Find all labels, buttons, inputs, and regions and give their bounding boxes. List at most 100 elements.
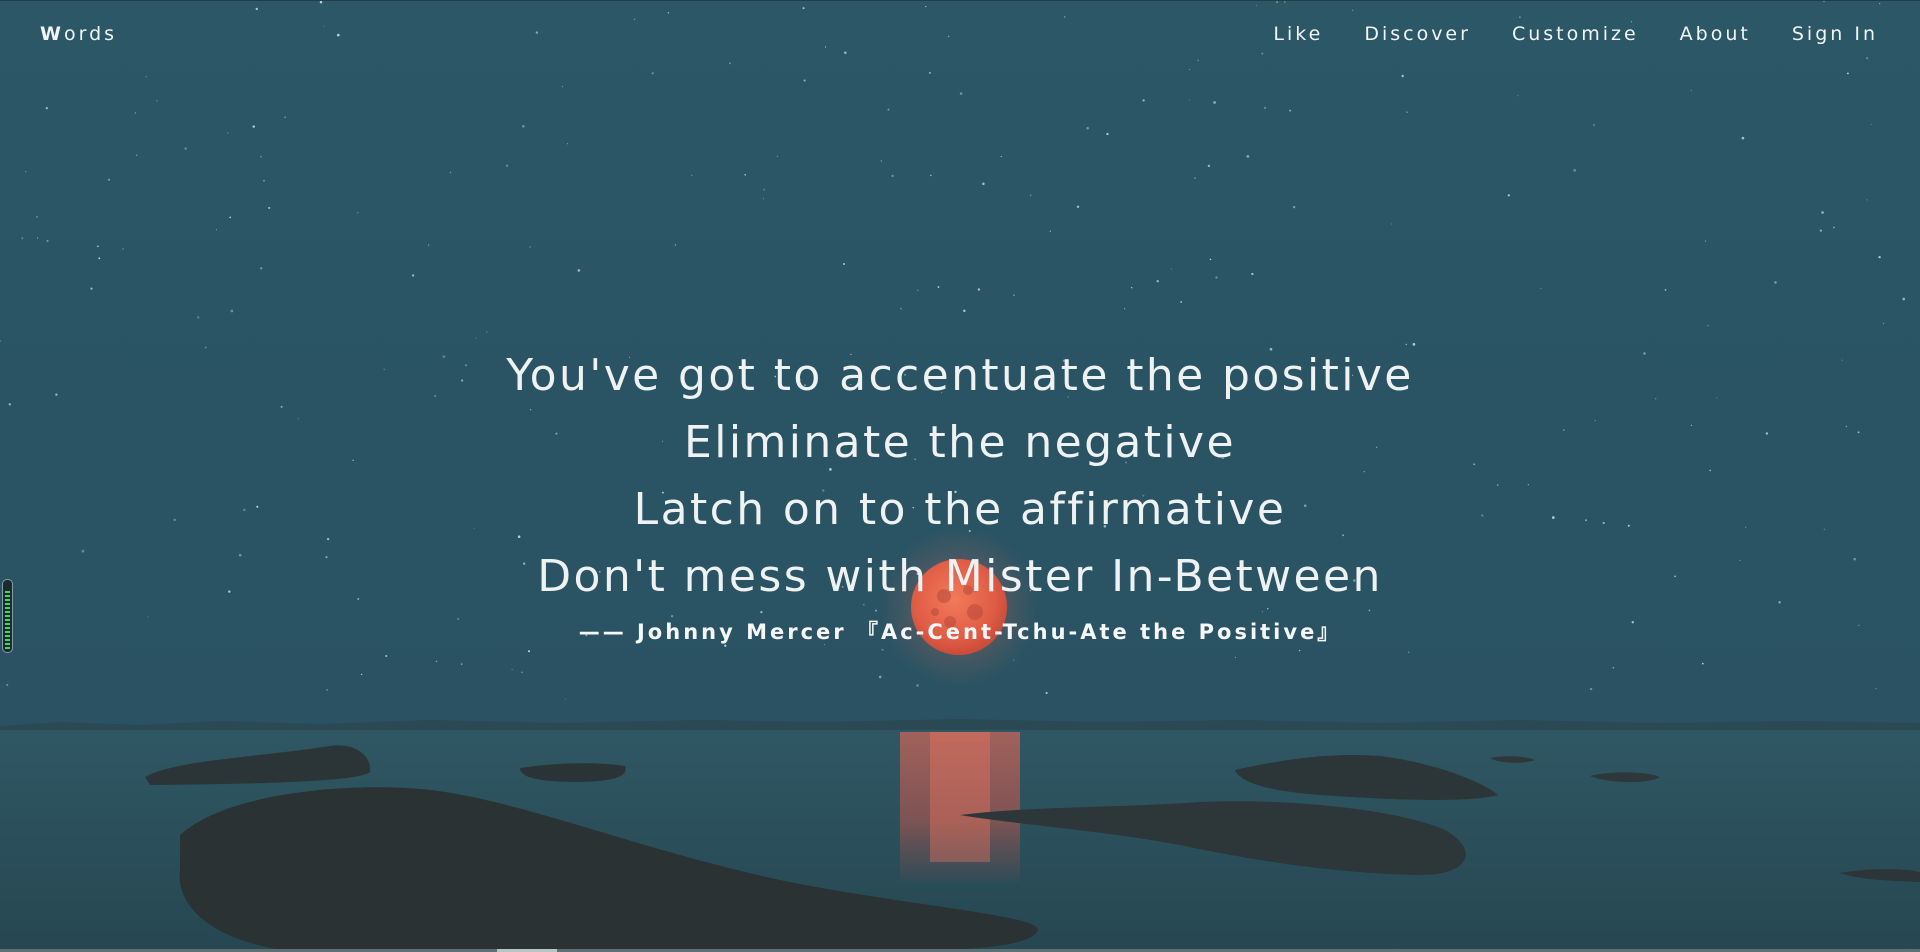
page: Words Like Discover Customize About Sign… (0, 0, 1920, 952)
star (1209, 258, 1212, 261)
star (1589, 687, 1593, 691)
star (1902, 297, 1906, 301)
star (326, 689, 328, 691)
star (1170, 268, 1173, 270)
star (21, 237, 24, 240)
star (360, 673, 363, 676)
star (357, 212, 359, 214)
star (511, 668, 513, 671)
nav-about[interactable]: About (1680, 23, 1751, 45)
star (435, 660, 438, 663)
star (1707, 324, 1709, 327)
star (1833, 226, 1835, 229)
quote-block: You've got to accentuate the positive El… (0, 342, 1920, 646)
star (134, 112, 136, 114)
star (1819, 229, 1823, 232)
star (1406, 111, 1408, 113)
star (145, 76, 147, 78)
star (1846, 72, 1849, 75)
star (1029, 194, 1032, 197)
star (1883, 322, 1885, 324)
quote-attribution: —— Johnny Mercer 『Ac-Cent-Tchu-Ate the P… (578, 620, 1342, 644)
star (891, 174, 894, 178)
star (1000, 155, 1002, 158)
nav-discover[interactable]: Discover (1364, 23, 1471, 45)
nav-sign-in[interactable]: Sign In (1792, 23, 1878, 45)
star (566, 143, 569, 145)
star (6, 683, 9, 686)
star (1878, 255, 1881, 259)
star (916, 684, 919, 687)
star (252, 125, 255, 128)
star (887, 108, 890, 111)
star (1774, 281, 1777, 284)
star (651, 72, 654, 75)
star (215, 229, 217, 231)
star (1213, 101, 1216, 104)
star (762, 198, 764, 200)
star (45, 106, 48, 110)
star (1664, 289, 1667, 291)
star (108, 178, 110, 181)
star (1875, 687, 1877, 690)
star (259, 267, 263, 270)
star (937, 286, 940, 288)
nav-links: Like Discover Customize About Sign In (1273, 23, 1878, 45)
star (917, 289, 919, 291)
star (1106, 132, 1109, 136)
star (1507, 194, 1510, 197)
star (1593, 124, 1595, 126)
star (1263, 106, 1267, 110)
star (36, 237, 39, 239)
star (577, 269, 581, 272)
star (1194, 177, 1196, 180)
star (284, 116, 286, 118)
star (963, 309, 966, 313)
star (1704, 240, 1707, 242)
quote-line-3: Latch on to the affirmative (633, 484, 1287, 535)
star (977, 288, 981, 291)
star (880, 160, 882, 162)
star (505, 164, 509, 167)
star (98, 257, 101, 260)
star (803, 79, 806, 82)
star (929, 174, 932, 177)
star (268, 206, 271, 209)
nav-like[interactable]: Like (1273, 23, 1323, 45)
star (900, 307, 902, 310)
star (475, 337, 477, 339)
star (136, 154, 138, 156)
star (1612, 666, 1615, 669)
star (385, 654, 388, 658)
star (1156, 280, 1159, 283)
star (411, 274, 415, 277)
star (878, 675, 882, 679)
side-level-meter[interactable] (2, 579, 13, 653)
level-meter-fill (5, 590, 10, 649)
quote-line-2: Eliminate the negative (684, 417, 1236, 468)
star (691, 174, 693, 177)
star (1391, 223, 1393, 225)
star (226, 132, 229, 134)
star (1045, 691, 1048, 695)
star (46, 239, 49, 242)
star (522, 125, 525, 128)
star (1234, 656, 1236, 658)
star (842, 263, 845, 265)
star (1086, 126, 1089, 130)
star (1292, 205, 1296, 209)
star (744, 174, 746, 176)
star (1289, 109, 1292, 112)
star (1870, 123, 1872, 126)
brand-rest: ords (63, 23, 118, 45)
star (1540, 287, 1542, 290)
quote-line-4: Don't mess with Mister In-Between (537, 551, 1383, 602)
brand-logo[interactable]: Words (40, 23, 117, 45)
star (521, 671, 523, 674)
star (230, 309, 234, 313)
brand-initial: W (40, 23, 64, 45)
nav-customize[interactable]: Customize (1512, 23, 1639, 45)
star (959, 92, 963, 95)
star (486, 331, 488, 333)
star (460, 663, 463, 665)
